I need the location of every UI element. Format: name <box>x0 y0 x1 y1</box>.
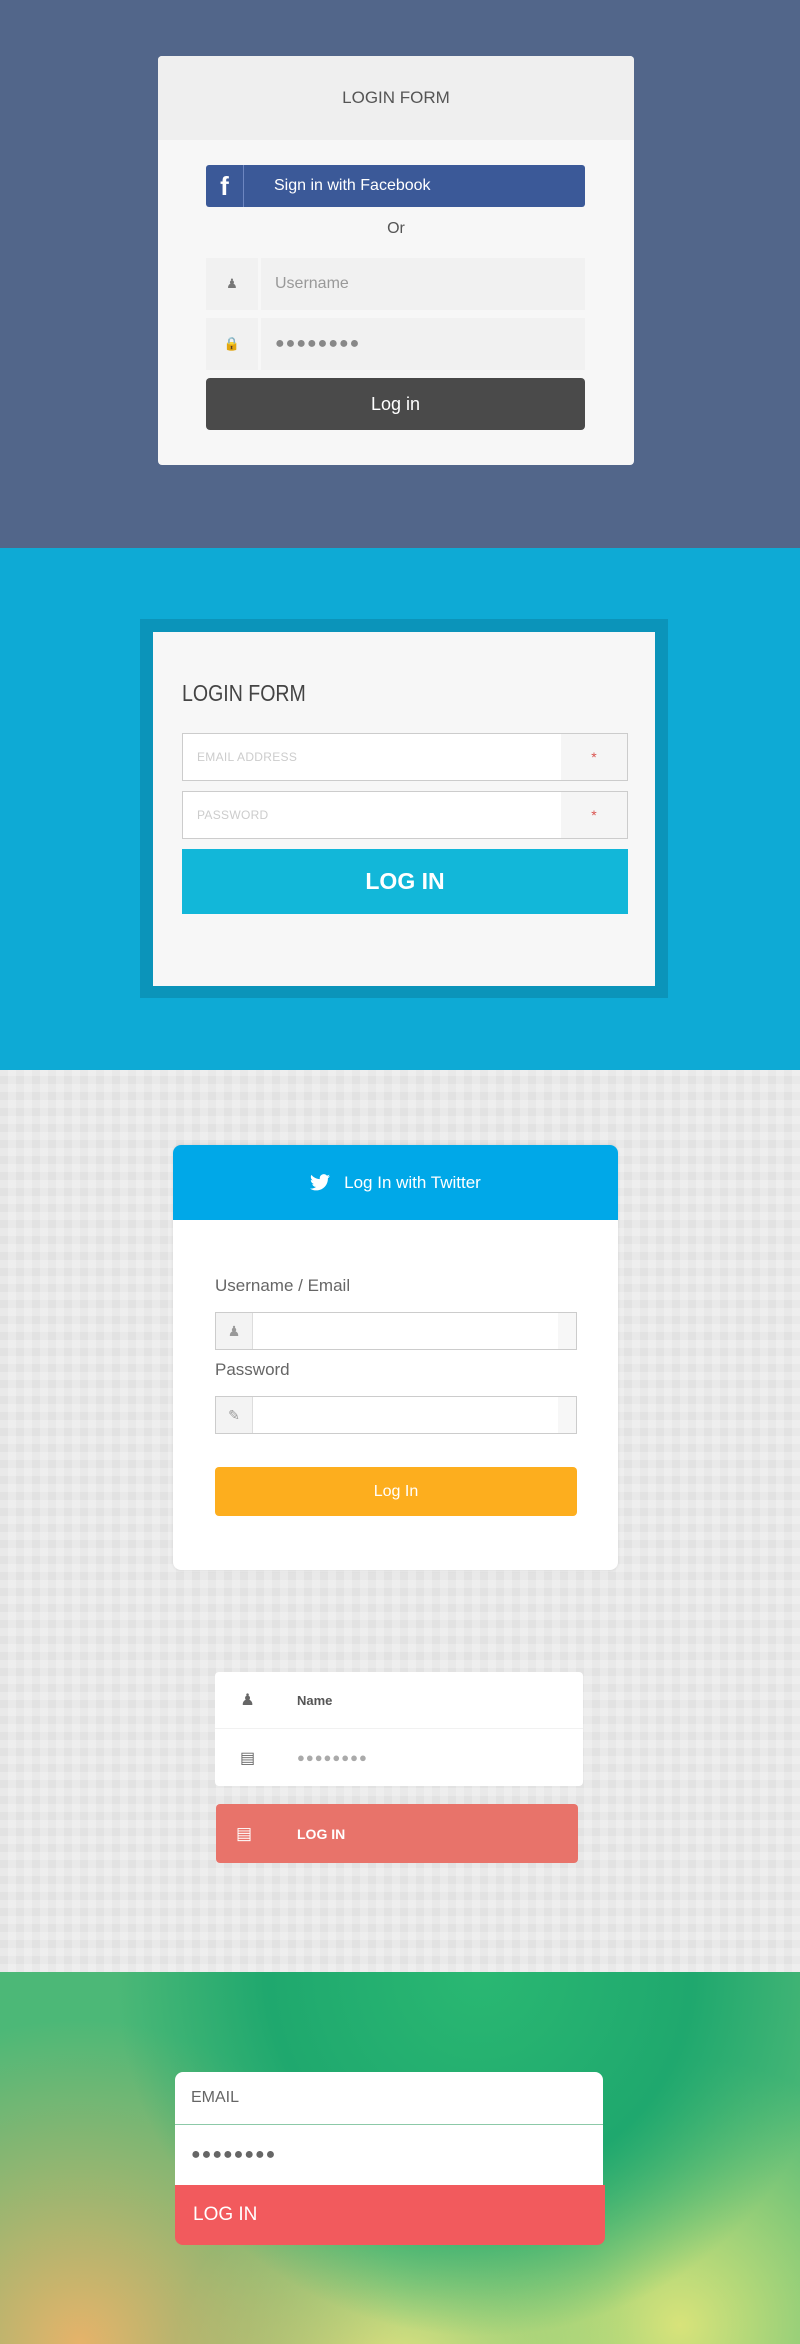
name-input[interactable]: Name <box>297 1693 332 1708</box>
email-field[interactable]: EMAIL ADDRESS * <box>182 733 628 781</box>
password-field[interactable]: ▤ ●●●●●●●● <box>215 1729 583 1786</box>
username-label: Username / Email <box>215 1276 351 1295</box>
twitter-login-card: Log In with Twitter Username / Email ♟ P… <box>173 1145 618 1570</box>
password-label: Password <box>215 1360 290 1379</box>
password-input[interactable]: ●●●●●●●● <box>261 318 585 370</box>
login-card-frame: LOGIN FORM EMAIL ADDRESS * PASSWORD * LO… <box>140 619 668 998</box>
login-button[interactable]: LOG IN <box>182 849 628 914</box>
login-button[interactable]: ▤ LOG IN <box>216 1804 578 1863</box>
facebook-signin-button[interactable]: f Sign in with Facebook <box>206 165 585 207</box>
twitter-icon <box>310 1174 331 1191</box>
facebook-icon: f <box>206 165 244 207</box>
login-label: LOG IN <box>297 1825 346 1842</box>
login-card-4: ♟ Name ▤ ●●●●●●●● <box>215 1672 583 1786</box>
login-form-1-section: LOGIN FORM f Sign in with Facebook Or ♟ … <box>0 0 800 548</box>
user-icon: ♟ <box>240 1692 255 1709</box>
username-field[interactable]: ♟ Username <box>206 258 585 310</box>
lock-icon: 🔒 <box>206 318 258 370</box>
username-input[interactable]: Username <box>261 258 585 310</box>
login-button[interactable]: LOG IN <box>175 2185 605 2245</box>
email-input[interactable]: EMAIL <box>175 2072 603 2125</box>
required-mark: * <box>561 734 627 780</box>
card-title: LOGIN FORM <box>182 680 306 706</box>
username-field[interactable]: ♟ <box>215 1312 577 1350</box>
login-card: LOGIN FORM EMAIL ADDRESS * PASSWORD * LO… <box>153 632 655 986</box>
username-input[interactable] <box>253 1313 558 1349</box>
login-icon: ▤ <box>235 1823 253 1843</box>
login-form-2-section: LOGIN FORM EMAIL ADDRESS * PASSWORD * LO… <box>0 548 800 1070</box>
card-title: LOGIN FORM <box>158 56 634 140</box>
password-field[interactable]: 🔒 ●●●●●●●● <box>206 318 585 370</box>
password-input[interactable] <box>253 1397 558 1433</box>
user-icon: ♟ <box>216 1313 253 1349</box>
password-field[interactable]: ✎ <box>215 1396 577 1434</box>
pencil-icon: ✎ <box>216 1397 253 1433</box>
password-field[interactable]: PASSWORD * <box>182 791 628 839</box>
login-form-5-section: EMAIL ●●●●●●●● LOG IN <box>0 1972 800 2344</box>
login-button[interactable]: Log in <box>206 378 585 430</box>
login-forms-3-4-section: Log In with Twitter Username / Email ♟ P… <box>0 1070 800 1972</box>
twitter-login-label: Log In with Twitter <box>344 1172 481 1192</box>
password-input[interactable]: ●●●●●●●● <box>175 2125 603 2185</box>
password-input[interactable]: PASSWORD <box>183 792 561 838</box>
login-card: LOGIN FORM f Sign in with Facebook Or ♟ … <box>158 56 634 465</box>
required-mark: * <box>561 792 627 838</box>
or-divider: Or <box>387 220 405 237</box>
facebook-label: Sign in with Facebook <box>274 177 431 194</box>
name-field[interactable]: ♟ Name <box>215 1672 583 1729</box>
login-button[interactable]: Log In <box>215 1467 577 1516</box>
user-icon: ♟ <box>206 258 258 310</box>
password-input[interactable]: ●●●●●●●● <box>297 1750 368 1765</box>
twitter-login-header[interactable]: Log In with Twitter <box>173 1145 618 1220</box>
email-input[interactable]: EMAIL ADDRESS <box>183 734 561 780</box>
login-card: EMAIL ●●●●●●●● LOG IN <box>175 2072 605 2245</box>
briefcase-icon: ▤ <box>239 1749 256 1767</box>
